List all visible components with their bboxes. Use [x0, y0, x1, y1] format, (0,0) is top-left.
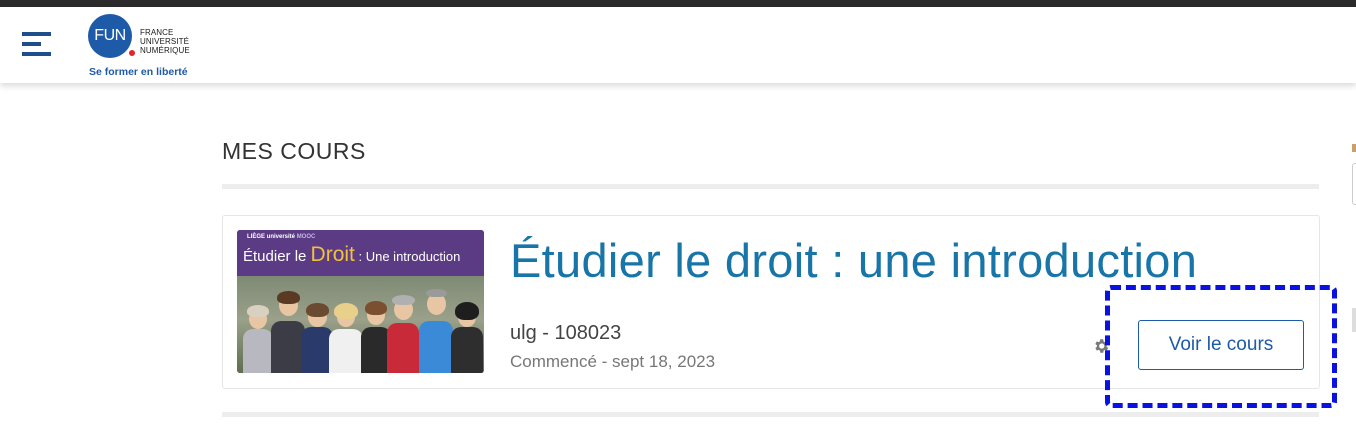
- page-title: MES COURS: [222, 138, 366, 164]
- hamburger-icon[interactable]: [22, 32, 51, 58]
- side-panel-input-edge[interactable]: [1352, 163, 1356, 205]
- course-start-date: Commencé - sept 18, 2023: [510, 352, 716, 371]
- thumbnail-brand: LIÈGE université MOOC: [247, 234, 316, 240]
- logo-wordmark: FRANCE UNIVERSITÉ NUMÉRIQUE: [140, 28, 190, 55]
- view-course-button[interactable]: Voir le cours: [1138, 320, 1304, 370]
- site-header: FUN FRANCE UNIVERSITÉ NUMÉRIQUE Se forme…: [0, 7, 1356, 83]
- course-title-link[interactable]: Étudier le droit : une introduction: [510, 233, 1197, 288]
- course-thumbnail[interactable]: LIÈGE université MOOC Étudier le Droit :…: [237, 230, 484, 373]
- fun-logo[interactable]: FUN FRANCE UNIVERSITÉ NUMÉRIQUE Se forme…: [88, 14, 198, 84]
- divider: [222, 412, 1319, 417]
- divider: [222, 184, 1319, 189]
- browser-top-strip: [0, 0, 1356, 7]
- logo-red-dot: [129, 50, 135, 56]
- side-panel-edge: [1352, 308, 1356, 332]
- course-card: LIÈGE université MOOC Étudier le Droit :…: [222, 215, 1320, 389]
- logo-tagline: Se former en liberté: [89, 66, 188, 78]
- thumbnail-title: Étudier le Droit : Une introduction: [243, 243, 461, 266]
- course-code: ulg - 108023: [510, 322, 622, 344]
- gear-icon[interactable]: [1092, 337, 1110, 355]
- thumbnail-illustration: [237, 276, 484, 373]
- logo-mark: FUN: [88, 14, 132, 58]
- side-panel-edge: [1352, 144, 1356, 152]
